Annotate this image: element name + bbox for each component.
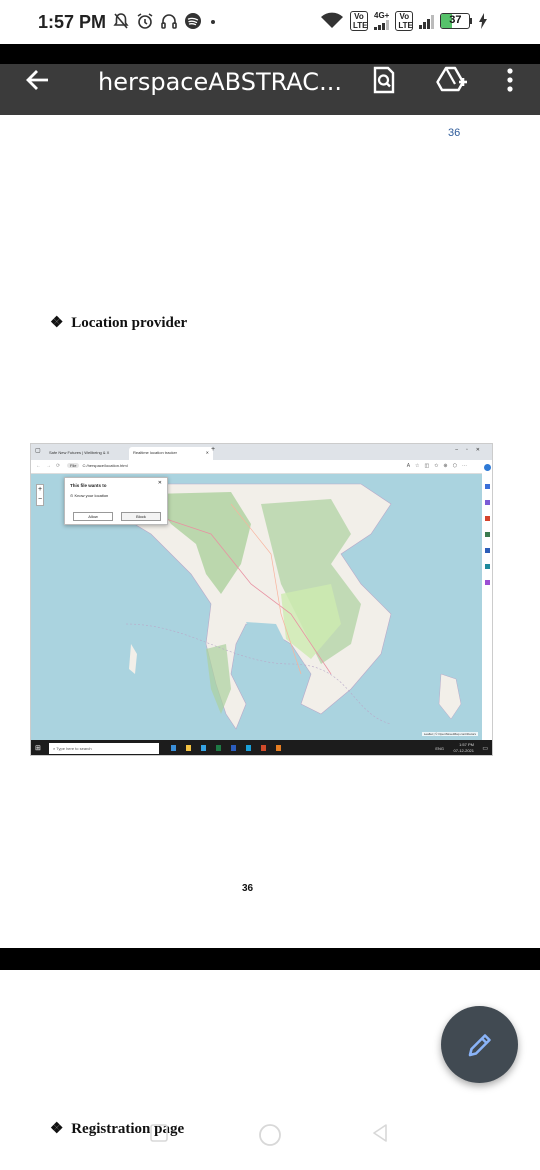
browser-tab-2-label: Realtime location tracker — [133, 450, 178, 455]
signal-icon — [374, 20, 390, 30]
browser-tab-1-label: Safe New Futures | Wellbeing & X — [49, 450, 110, 455]
battery-level: 37 — [449, 14, 462, 26]
network-type: 4G+ — [374, 11, 390, 20]
nav-arrows-icon: ←→⟳ — [36, 463, 66, 469]
map-zoom-controls: + − — [36, 484, 44, 506]
dot-icon — [211, 20, 215, 24]
taskbar-lang: ENG — [435, 746, 444, 751]
popup-close-icon: ✕ — [157, 480, 162, 486]
status-time: 1:57 PM — [38, 12, 107, 32]
back-button[interactable] — [16, 64, 60, 96]
home-icon[interactable] — [257, 1122, 283, 1148]
popup-title: This file wants to — [70, 483, 107, 488]
more-options-button[interactable] — [488, 64, 532, 96]
signal-icon-2 — [419, 13, 435, 29]
map-attribution: Leaflet | © OpenStreetMap contributors — [421, 732, 478, 736]
status-system-icons: Vo LTE 4G+ Vo LTE 37 — [320, 11, 488, 31]
sidebar-app-icon — [485, 516, 490, 521]
spotify-icon — [185, 13, 201, 29]
browser-sidebar — [482, 460, 492, 740]
page-number-top: 36 — [448, 127, 461, 139]
page-number-bottom: 36 — [242, 883, 254, 894]
sidebar-app-icon — [485, 532, 490, 537]
charging-icon — [479, 13, 488, 29]
taskbar-app-icon — [171, 745, 176, 751]
windows-start-icon: ⊞ — [35, 745, 41, 752]
taskbar-app-icon — [186, 745, 191, 751]
taskbar-app-icon — [216, 745, 221, 751]
browser-tab-strip: ▢ Safe New Futures | Wellbeing & X Realt… — [31, 444, 492, 460]
url-text: C:/herspace/location.html — [82, 463, 128, 468]
taskbar-app-icon — [276, 745, 281, 751]
recent-apps-icon[interactable] — [148, 1122, 170, 1144]
status-notification-icons — [112, 12, 218, 30]
more-vert-icon — [507, 68, 513, 92]
browser-address-bar: ←→⟳ File C:/herspace/location.html A☆◫✩⊕⬡… — [31, 460, 492, 474]
status-bar: 1:57 PM Vo LTE 4G+ Vo LTE 37 — [0, 0, 540, 44]
browser-tab-1: Safe New Futures | Wellbeing & X — [45, 447, 113, 460]
location-permission-popup: ✕ This file wants to ⊙ Know your locatio… — [64, 477, 168, 525]
browser-url: File C:/herspace/location.html — [67, 463, 367, 471]
notification-icon: ▭ — [482, 746, 488, 752]
popup-permission-text: Know your location — [74, 493, 109, 498]
add-to-drive-button[interactable] — [430, 64, 474, 96]
document-title: herspaceABSTRAC... — [98, 68, 342, 96]
volte-badge-1: Vo LTE — [350, 11, 368, 31]
sidebar-app-icon — [485, 564, 490, 569]
windows-taskbar: ⊞ ⌕ Type here to search ENG 1:57 PM 07-1… — [31, 740, 492, 755]
sidebar-app-icon — [485, 500, 490, 505]
mute-icon — [113, 13, 129, 29]
headset-icon — [161, 14, 177, 29]
browser-tab-2: Realtime location tracker ✕ — [129, 447, 213, 460]
taskbar-search: ⌕ Type here to search — [49, 743, 159, 754]
heading-location-provider: ❖ Location provider — [50, 313, 187, 332]
wifi-icon — [321, 12, 343, 28]
battery-body: 37 — [440, 13, 471, 29]
popup-allow-button: Allow — [73, 512, 113, 521]
add-to-drive-icon — [436, 66, 467, 92]
taskbar-date: 07-12-2021 — [453, 748, 474, 753]
popup-block-button: Block — [121, 512, 161, 521]
status-divider-band — [0, 44, 540, 64]
url-chip: File — [67, 463, 80, 468]
taskbar-app-icon — [201, 745, 206, 751]
taskbar-app-icon — [246, 745, 251, 751]
embedded-screenshot: ▢ Safe New Futures | Wellbeing & X Realt… — [30, 443, 493, 756]
find-in-document-button[interactable] — [362, 64, 406, 96]
window-menu-icon: ▢ — [35, 448, 41, 454]
window-controls-icon: –▫✕ — [455, 447, 488, 453]
new-tab-icon: + — [211, 446, 216, 453]
location-pin-icon: ⊙ — [70, 493, 74, 498]
app-bar: herspaceABSTRAC... — [0, 64, 540, 115]
taskbar-clock: 1:57 PM 07-12-2021 — [454, 742, 474, 754]
popup-permission: ⊙ Know your location — [70, 493, 108, 498]
page-separator — [0, 948, 540, 970]
sidebar-app-icon — [485, 580, 490, 585]
signal-group-1: 4G+ — [374, 12, 389, 30]
tab-close-icon: ✕ — [205, 450, 209, 455]
volte-badge-2: Vo LTE — [395, 11, 414, 31]
sidebar-app-icon — [484, 464, 491, 471]
alarm-icon — [137, 13, 153, 29]
back-arrow-icon — [26, 70, 48, 90]
heading-location-text: Location provider — [71, 315, 188, 331]
browser-toolbar-icons: A☆◫✩⊕⬡⋯ — [406, 463, 472, 469]
battery-tip — [470, 18, 473, 24]
sidebar-app-icon — [485, 484, 490, 489]
edit-fab-button[interactable] — [441, 1006, 518, 1083]
taskbar-app-icon — [261, 745, 266, 751]
pencil-icon — [468, 1033, 491, 1056]
taskbar-app-icon — [231, 745, 236, 751]
sidebar-app-icon — [485, 548, 490, 553]
system-nav-bar — [0, 1112, 540, 1170]
search-document-icon — [373, 66, 395, 94]
taskbar-search-text: Type here to search — [56, 746, 92, 751]
battery-icon: 37 — [440, 13, 473, 29]
nav-back-icon[interactable] — [370, 1122, 390, 1144]
bullet-symbol: ❖ — [50, 315, 64, 331]
taskbar-apps — [171, 745, 281, 751]
